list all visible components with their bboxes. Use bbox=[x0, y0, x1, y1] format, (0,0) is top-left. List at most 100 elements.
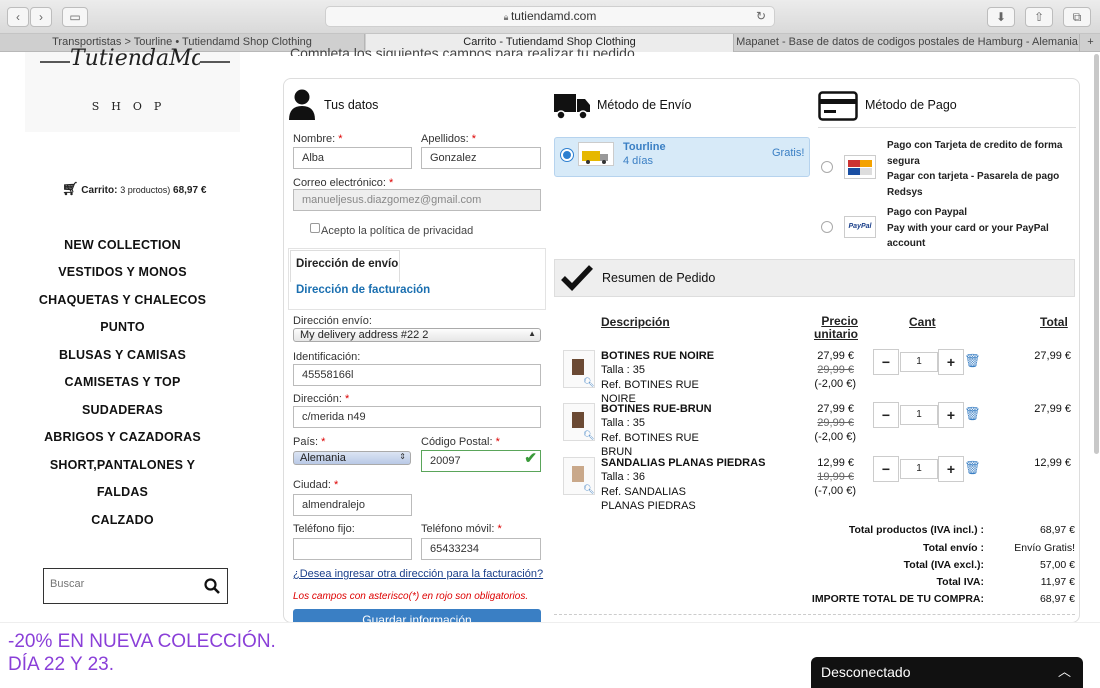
qty-increase-button[interactable]: + bbox=[938, 402, 964, 428]
chevron-up-icon[interactable]: ︿ bbox=[1058, 657, 1071, 687]
save-button[interactable]: Guardar información bbox=[293, 609, 541, 622]
movil-label: Teléfono móvil: * bbox=[421, 523, 502, 535]
qty-input[interactable]: 1 bbox=[900, 459, 938, 479]
total-value: 68,97 € bbox=[1039, 524, 1075, 536]
item-discount: (-2,00 €) bbox=[814, 378, 856, 390]
item-ref: Ref. SANDALIAS PLANAS PIEDRAS bbox=[601, 486, 696, 512]
required-note: Los campos con asterisco(*) en rojo son … bbox=[293, 591, 529, 602]
privacy-checkbox[interactable] bbox=[310, 223, 320, 233]
reload-icon[interactable]: ↻ bbox=[756, 7, 766, 26]
qty-increase-button[interactable]: + bbox=[938, 456, 964, 482]
product-thumbnail[interactable]: 🔍︎ bbox=[563, 457, 595, 495]
tus-datos-title: Tus datos bbox=[324, 98, 379, 112]
logo[interactable]: TutiendaMd SHOP bbox=[25, 46, 240, 132]
movil-field[interactable]: 65433234 bbox=[421, 538, 541, 560]
tab-direccion-facturacion[interactable]: Dirección de facturación bbox=[296, 284, 430, 296]
tourline-logo bbox=[578, 142, 614, 166]
category-link[interactable]: SHORT,PANTALONES Y bbox=[0, 458, 245, 472]
trash-icon[interactable]: 🗑︎ bbox=[964, 460, 981, 476]
email-label: Correo electrónico: * bbox=[293, 177, 394, 189]
other-address-link[interactable]: ¿Desea ingresar otra dirección para la f… bbox=[293, 568, 543, 580]
valid-check-icon: ✔ bbox=[524, 450, 537, 467]
search-icon[interactable] bbox=[204, 578, 220, 594]
address-bar[interactable]: 🔒︎ tutiendamd.com ↻ bbox=[325, 6, 775, 27]
qty-input[interactable]: 1 bbox=[900, 352, 938, 372]
item-name[interactable]: SANDALIAS PLANAS PIEDRAS bbox=[601, 457, 765, 469]
category-link[interactable]: ABRIGOS Y CAZADORAS bbox=[0, 430, 245, 444]
product-thumbnail[interactable]: 🔍︎ bbox=[563, 350, 595, 388]
new-tab-icon[interactable]: + bbox=[1081, 34, 1100, 52]
email-field[interactable]: manueljesus.diazgomez@gmail.com bbox=[293, 189, 541, 211]
qty-input[interactable]: 1 bbox=[900, 405, 938, 425]
ciudad-field[interactable]: almendralejo bbox=[293, 494, 412, 516]
checkmark-icon bbox=[561, 265, 593, 291]
total-value: Envío Gratis! bbox=[1014, 542, 1075, 554]
cart-count: 3 productos) bbox=[120, 185, 171, 195]
download-icon[interactable]: ⬇ bbox=[987, 7, 1015, 27]
browser-toolbar: ‹ › ▭ 🔒︎ tutiendamd.com ↻ ⬇ ⇧ ⧉ bbox=[0, 0, 1100, 34]
logo-sub: SHOP bbox=[91, 100, 174, 113]
cp-field[interactable]: 20097 ✔ bbox=[421, 450, 541, 472]
direccion-field[interactable]: c/merida n49 bbox=[293, 406, 541, 428]
forward-icon[interactable]: › bbox=[30, 7, 52, 27]
promo-text: -20% EN NUEVA COLECCIÓN. DÍA 22 Y 23. bbox=[8, 630, 276, 676]
chat-widget[interactable]: Desconectado ︿ bbox=[811, 657, 1083, 688]
product-thumbnail[interactable]: 🔍︎ bbox=[563, 403, 595, 441]
col-total[interactable]: Total bbox=[1040, 315, 1068, 329]
pais-label: País: * bbox=[293, 436, 326, 448]
tel-field[interactable] bbox=[293, 538, 412, 560]
item-talla: Talla : 36 bbox=[601, 471, 646, 483]
item-old-price: 29,99 € bbox=[817, 417, 854, 429]
pay-paypal-radio[interactable] bbox=[821, 221, 833, 233]
category-link[interactable]: FALDAS bbox=[0, 485, 245, 499]
qty-increase-button[interactable]: + bbox=[938, 349, 964, 375]
item-name[interactable]: BOTINES RUE-BRUN bbox=[601, 403, 712, 415]
back-icon[interactable]: ‹ bbox=[7, 7, 29, 27]
category-link[interactable]: CAMISETAS Y TOP bbox=[0, 375, 245, 389]
total-value: 68,97 € bbox=[1039, 593, 1075, 605]
category-link[interactable]: BLUSAS Y CAMISAS bbox=[0, 348, 245, 362]
col-precio[interactable]: Precio unitario bbox=[808, 315, 858, 341]
sidebar-toggle-icon[interactable]: ▭ bbox=[62, 7, 88, 27]
apellidos-field[interactable]: Gonzalez bbox=[421, 147, 541, 169]
carrier-radio[interactable] bbox=[561, 149, 573, 161]
tel-label: Teléfono fijo: bbox=[293, 523, 355, 535]
total-value: 57,00 € bbox=[1039, 559, 1075, 571]
tabs-overview-icon[interactable]: ⧉ bbox=[1063, 7, 1091, 27]
cart-total: 68,97 € bbox=[173, 185, 207, 196]
qty-decrease-button[interactable]: − bbox=[873, 349, 899, 375]
item-discount: (-2,00 €) bbox=[814, 431, 856, 443]
ident-field[interactable]: 45558166l bbox=[293, 364, 541, 386]
qty-decrease-button[interactable]: − bbox=[873, 402, 899, 428]
scrollbar[interactable] bbox=[1094, 54, 1099, 454]
category-link[interactable]: CALZADO bbox=[0, 513, 245, 527]
category-link[interactable]: CHAQUETAS Y CHALECOS bbox=[0, 293, 245, 307]
total-label: Total envío : bbox=[922, 542, 984, 554]
share-icon[interactable]: ⇧ bbox=[1025, 7, 1053, 27]
search-input[interactable] bbox=[50, 578, 190, 590]
trash-icon[interactable]: 🗑︎ bbox=[964, 353, 981, 369]
trash-icon[interactable]: 🗑︎ bbox=[964, 406, 981, 422]
pay-card-radio[interactable] bbox=[821, 161, 833, 173]
cp-label: Código Postal: * bbox=[421, 436, 500, 448]
category-link[interactable]: PUNTO bbox=[0, 320, 245, 334]
ident-label: Identificación: bbox=[293, 351, 361, 363]
qty-decrease-button[interactable]: − bbox=[873, 456, 899, 482]
cart-summary[interactable]: 🛒︎ Carrito: 3 productos) 68,97 € bbox=[62, 181, 206, 197]
category-link[interactable]: SUDADERAS bbox=[0, 403, 245, 417]
nombre-field[interactable]: Alba bbox=[293, 147, 412, 169]
credit-card-icon bbox=[818, 91, 858, 121]
dir-envio-select[interactable]: My delivery address #22 2 ▲ bbox=[293, 328, 541, 342]
category-link[interactable]: NEW COLLECTION bbox=[0, 238, 245, 252]
carrier-name: Tourline bbox=[623, 141, 666, 153]
item-talla: Talla : 35 bbox=[601, 417, 646, 429]
search-box bbox=[43, 568, 228, 604]
col-cant[interactable]: Cant bbox=[909, 315, 936, 329]
pais-select[interactable]: Alemania ⇕ bbox=[293, 451, 411, 465]
category-link[interactable]: VESTIDOS Y MONOS bbox=[0, 265, 245, 279]
col-descripcion[interactable]: Descripción bbox=[601, 315, 670, 329]
item-name[interactable]: BOTINES RUE NOIRE bbox=[601, 350, 714, 362]
dir-envio-label: Dirección envío: bbox=[293, 315, 372, 327]
divider bbox=[818, 127, 1076, 128]
carrier-days: 4 días bbox=[623, 155, 653, 167]
